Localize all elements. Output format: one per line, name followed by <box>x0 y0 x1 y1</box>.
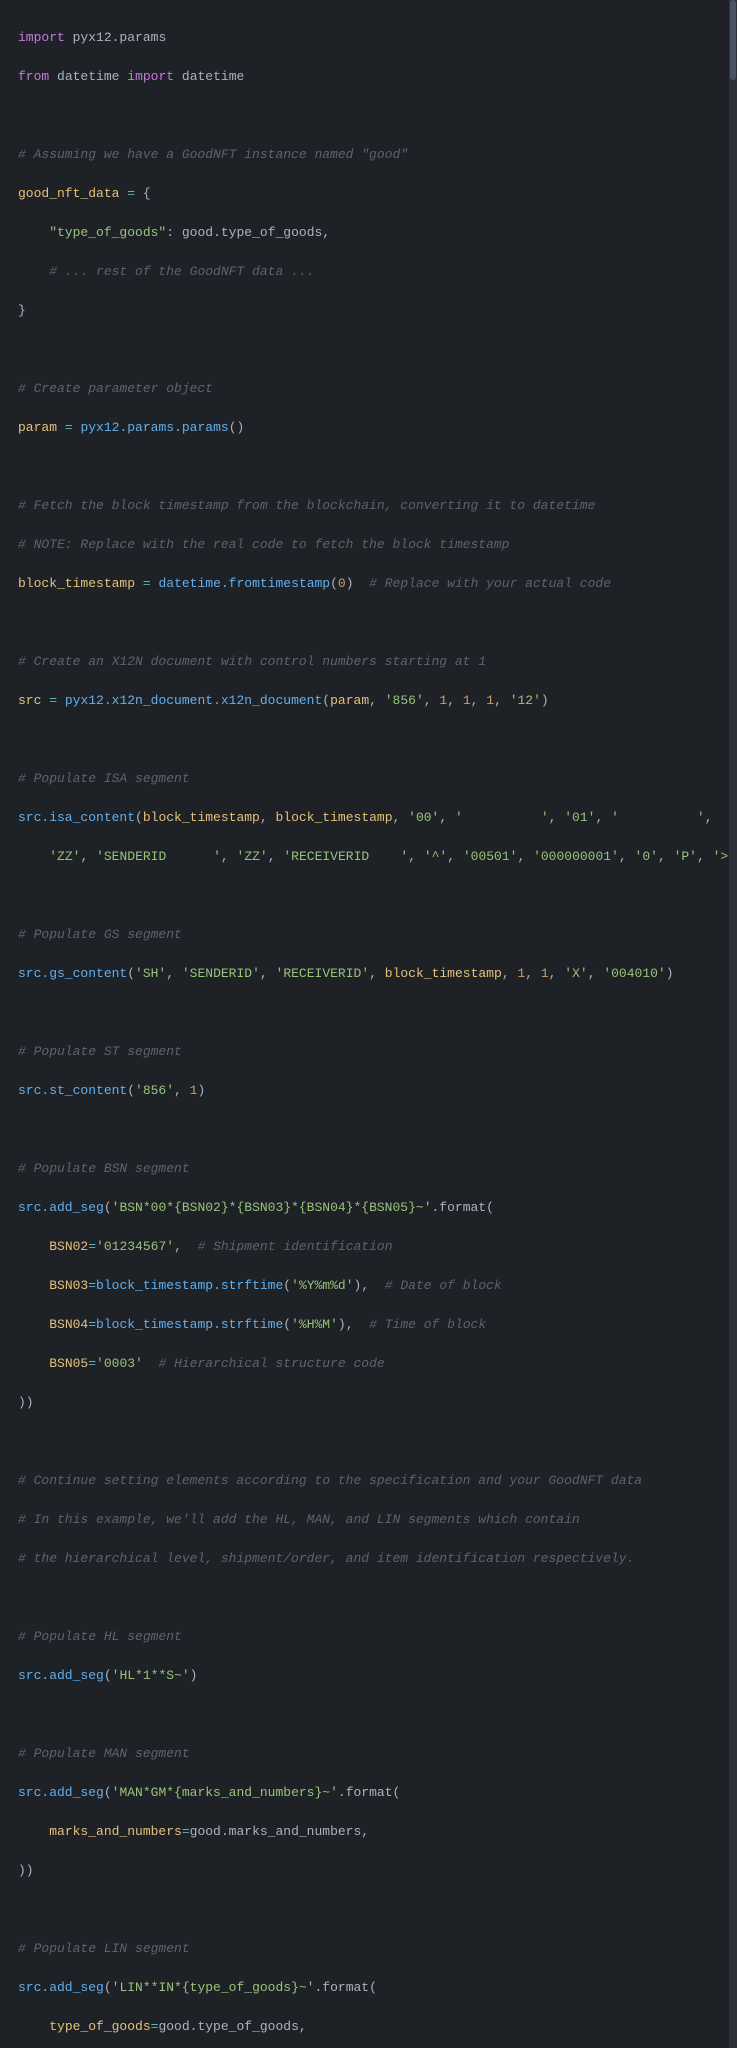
code-line-18: src = pyx12.x12n_document.x12n_document(… <box>18 691 717 711</box>
code-area[interactable]: import pyx12.params from datetime import… <box>10 0 729 2048</box>
code-line-15: block_timestamp = datetime.fromtimestamp… <box>18 574 717 594</box>
code-line-28: src.st_content('856', 1) <box>18 1081 717 1101</box>
code-line-36: )) <box>18 1393 717 1413</box>
code-line-8: } <box>18 301 717 321</box>
code-line-19 <box>18 730 717 750</box>
code-line-7: # ... rest of the GoodNFT data ... <box>18 262 717 282</box>
code-line-39: # In this example, we'll add the HL, MAN… <box>18 1510 717 1530</box>
code-line-32: BSN02='01234567', # Shipment identificat… <box>18 1237 717 1257</box>
code-line-9 <box>18 340 717 360</box>
code-line-38: # Continue setting elements according to… <box>18 1471 717 1491</box>
code-line-21: src.isa_content(block_timestamp, block_t… <box>18 808 717 828</box>
code-line-24: # Populate GS segment <box>18 925 717 945</box>
code-line-29 <box>18 1120 717 1140</box>
code-line-49 <box>18 1900 717 1920</box>
scrollbar[interactable] <box>729 0 737 2048</box>
code-line-26 <box>18 1003 717 1023</box>
code-line-31: src.add_seg('BSN*00*{BSN02}*{BSN03}*{BSN… <box>18 1198 717 1218</box>
code-line-35: BSN05='0003' # Hierarchical structure co… <box>18 1354 717 1374</box>
code-line-17: # Create an X12N document with control n… <box>18 652 717 672</box>
code-line-6: "type_of_goods": good.type_of_goods, <box>18 223 717 243</box>
code-line-11: param = pyx12.params.params() <box>18 418 717 438</box>
code-line-3 <box>18 106 717 126</box>
code-line-34: BSN04=block_timestamp.strftime('%H%M'), … <box>18 1315 717 1335</box>
code-editor: import pyx12.params from datetime import… <box>0 0 737 2048</box>
code-line-27: # Populate ST segment <box>18 1042 717 1062</box>
code-line-25: src.gs_content('SH', 'SENDERID', 'RECEIV… <box>18 964 717 984</box>
code-line-20: # Populate ISA segment <box>18 769 717 789</box>
code-line-22: 'ZZ', 'SENDERID ', 'ZZ', 'RECEIVERID ', … <box>18 847 717 867</box>
code-line-51: src.add_seg('LIN**IN*{type_of_goods}~'.f… <box>18 1978 717 1998</box>
code-line-23 <box>18 886 717 906</box>
code-line-30: # Populate BSN segment <box>18 1159 717 1179</box>
code-line-48: )) <box>18 1861 717 1881</box>
code-line-16 <box>18 613 717 633</box>
code-line-40: # the hierarchical level, shipment/order… <box>18 1549 717 1569</box>
code-line-33: BSN03=block_timestamp.strftime('%Y%m%d')… <box>18 1276 717 1296</box>
code-line-10: # Create parameter object <box>18 379 717 399</box>
line-numbers-gutter <box>0 0 10 2048</box>
code-line-50: # Populate LIN segment <box>18 1939 717 1959</box>
code-line-37 <box>18 1432 717 1452</box>
code-line-13: # Fetch the block timestamp from the blo… <box>18 496 717 516</box>
code-line-5: good_nft_data = { <box>18 184 717 204</box>
code-line-43: src.add_seg('HL*1**S~') <box>18 1666 717 1686</box>
code-line-46: src.add_seg('MAN*GM*{marks_and_numbers}~… <box>18 1783 717 1803</box>
code-line-44 <box>18 1705 717 1725</box>
code-line-41 <box>18 1588 717 1608</box>
code-line-45: # Populate MAN segment <box>18 1744 717 1764</box>
code-line-4: # Assuming we have a GoodNFT instance na… <box>18 145 717 165</box>
code-line-12 <box>18 457 717 477</box>
code-line-1: import pyx12.params <box>18 28 717 48</box>
code-line-47: marks_and_numbers=good.marks_and_numbers… <box>18 1822 717 1842</box>
code-line-42: # Populate HL segment <box>18 1627 717 1647</box>
code-line-2: from datetime import datetime <box>18 67 717 87</box>
code-line-52: type_of_goods=good.type_of_goods, <box>18 2017 717 2037</box>
code-line-14: # NOTE: Replace with the real code to fe… <box>18 535 717 555</box>
scrollbar-thumb[interactable] <box>730 0 736 80</box>
